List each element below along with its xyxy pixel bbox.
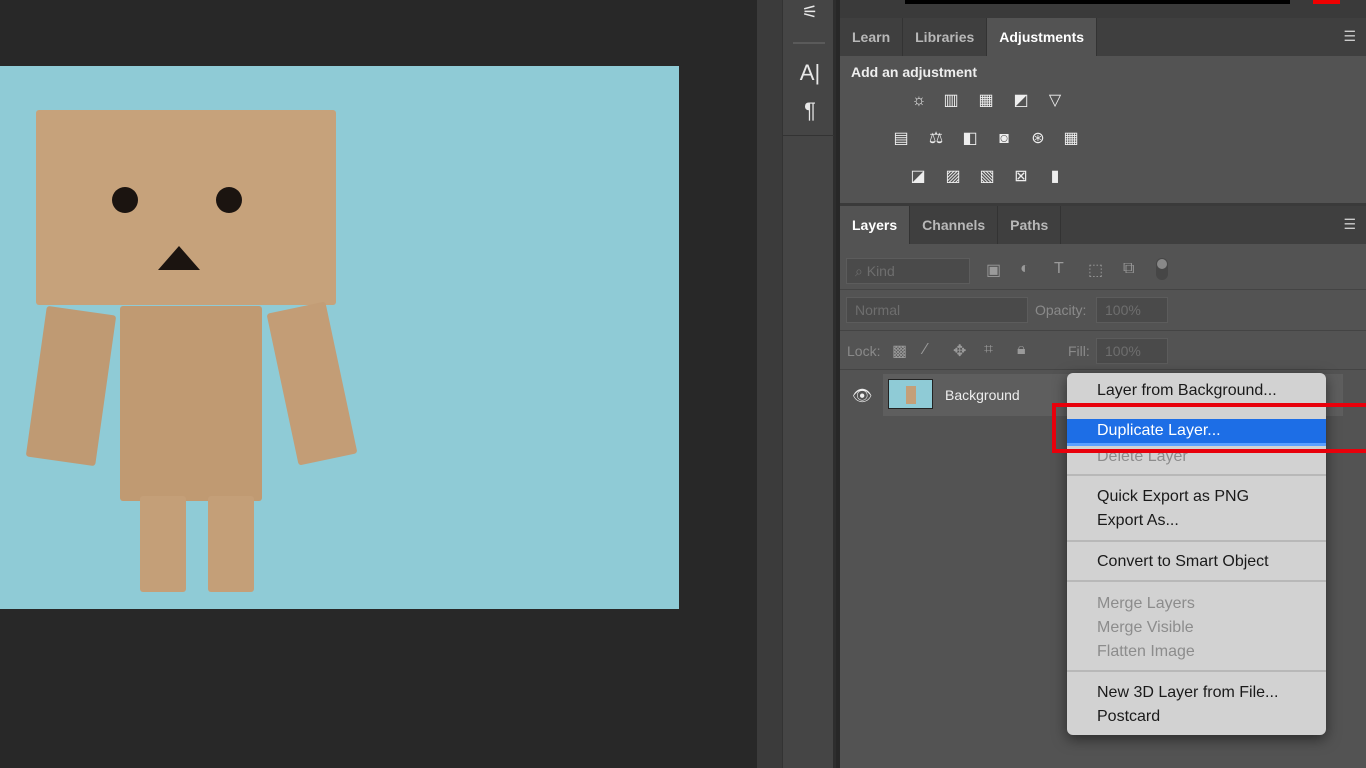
visibility-eye-icon[interactable]: 👁︎ bbox=[852, 386, 872, 406]
tab-layers[interactable]: Layers bbox=[840, 206, 911, 244]
tab-channels[interactable]: Channels bbox=[910, 206, 999, 244]
color-lookup-icon[interactable]: ▦ bbox=[1060, 129, 1082, 149]
lock-transparent-icon[interactable]: ▩ bbox=[892, 341, 907, 361]
menu-item-export-as[interactable]: Export As... bbox=[1067, 509, 1326, 533]
type-filter-icon[interactable]: T bbox=[1054, 260, 1064, 278]
menu-item-quick-export-png[interactable]: Quick Export as PNG bbox=[1067, 485, 1326, 509]
layer-thumbnail bbox=[888, 379, 933, 409]
lock-position-icon[interactable]: ✥ bbox=[953, 341, 966, 361]
color-bar bbox=[905, 0, 1290, 4]
document-canvas[interactable] bbox=[0, 66, 679, 609]
gradient-map-icon[interactable]: ▮ bbox=[1044, 167, 1066, 187]
canvas-scrollbar[interactable] bbox=[757, 0, 782, 768]
filter-row: ⌕ Kind ▣ ◐ T ⬚ ⧉ bbox=[840, 250, 1366, 290]
filter-kind-label: Kind bbox=[866, 263, 895, 279]
shape-filter-icon[interactable]: ⬚ bbox=[1088, 260, 1103, 280]
posterize-icon[interactable]: ▨ bbox=[942, 167, 964, 187]
fill-input[interactable]: 100% bbox=[1096, 338, 1168, 364]
blend-mode-select[interactable]: Normal bbox=[846, 297, 1028, 323]
panel-menu-icon[interactable]: ☰ bbox=[1343, 28, 1356, 45]
lock-artboard-icon[interactable]: ⌗ bbox=[984, 341, 993, 359]
channel-mixer-icon[interactable]: ⊛ bbox=[1027, 129, 1049, 149]
menu-item-merge-layers: Merge Layers bbox=[1097, 595, 1195, 612]
lock-label: Lock: bbox=[847, 343, 881, 359]
invert-icon[interactable]: ◪ bbox=[907, 167, 929, 187]
blend-row: Normal Opacity: 100% bbox=[840, 291, 1366, 331]
filter-toggle[interactable] bbox=[1156, 258, 1168, 280]
highlight-annotation-box bbox=[1052, 403, 1366, 453]
layers-tabs: Layers Channels Paths ☰ bbox=[840, 206, 1366, 244]
tab-paths[interactable]: Paths bbox=[998, 206, 1062, 244]
lock-row: Lock: ▩ ⁄ ✥ ⌗ 🔒︎ Fill: 100% bbox=[840, 332, 1366, 370]
adjustments-tabs: Learn Libraries Adjustments ☰ bbox=[840, 18, 1366, 56]
layer-name[interactable]: Background bbox=[945, 387, 1020, 403]
menu-item-postcard[interactable]: Postcard bbox=[1067, 705, 1326, 729]
exposure-icon[interactable]: ◩ bbox=[1010, 91, 1032, 111]
menu-item-convert-smart-object[interactable]: Convert to Smart Object bbox=[1067, 550, 1326, 574]
brightness-contrast-icon[interactable]: ☼ bbox=[908, 91, 930, 111]
color-balance-icon[interactable]: ⚖ bbox=[925, 129, 947, 149]
pixel-filter-icon[interactable]: ▣ bbox=[986, 260, 1001, 280]
panel-menu-icon[interactable]: ☰ bbox=[1343, 216, 1356, 233]
adjustment-filter-icon[interactable]: ◐ bbox=[1020, 260, 1030, 278]
vibrance-icon[interactable]: ▽ bbox=[1044, 91, 1066, 111]
character-panel-icon[interactable]: A| bbox=[783, 60, 837, 86]
photo-filter-icon[interactable]: ◙ bbox=[993, 129, 1015, 149]
tool-presets-icon[interactable]: ⚟ bbox=[783, 2, 837, 23]
divider bbox=[793, 42, 825, 44]
adjustments-heading: Add an adjustment bbox=[851, 64, 978, 80]
lock-all-icon[interactable]: 🔒︎ bbox=[1017, 341, 1026, 359]
menu-item-merge-visible: Merge Visible bbox=[1097, 619, 1194, 636]
selective-color-icon[interactable]: ⊠ bbox=[1010, 167, 1032, 187]
black-white-icon[interactable]: ◧ bbox=[959, 129, 981, 149]
paragraph-panel-icon[interactable]: ¶ bbox=[783, 98, 837, 124]
lock-pixels-brush-icon[interactable]: ⁄ bbox=[924, 341, 927, 359]
tab-libraries[interactable]: Libraries bbox=[903, 18, 988, 56]
tab-adjustments[interactable]: Adjustments bbox=[987, 18, 1098, 56]
menu-item-new-3d-layer[interactable]: New 3D Layer from File... bbox=[1067, 681, 1326, 705]
fill-label: Fill: bbox=[1068, 343, 1090, 359]
curves-icon[interactable]: ▦ bbox=[975, 91, 997, 111]
tab-learn[interactable]: Learn bbox=[840, 18, 904, 56]
color-swatch[interactable] bbox=[1313, 0, 1340, 4]
opacity-label: Opacity: bbox=[1035, 302, 1087, 318]
filter-kind-select[interactable]: ⌕ Kind bbox=[846, 258, 970, 284]
hue-saturation-icon[interactable]: ▤ bbox=[890, 129, 912, 149]
menu-item-flatten-image: Flatten Image bbox=[1097, 643, 1195, 660]
tool-column: ⚟ A| ¶ bbox=[782, 0, 836, 768]
threshold-icon[interactable]: ▧ bbox=[976, 167, 998, 187]
smart-object-filter-icon[interactable]: ⧉ bbox=[1123, 260, 1134, 278]
menu-item-layer-from-background[interactable]: Layer from Background... bbox=[1067, 379, 1326, 403]
levels-icon[interactable]: ▥ bbox=[940, 91, 962, 111]
opacity-input[interactable]: 100% bbox=[1096, 297, 1168, 323]
